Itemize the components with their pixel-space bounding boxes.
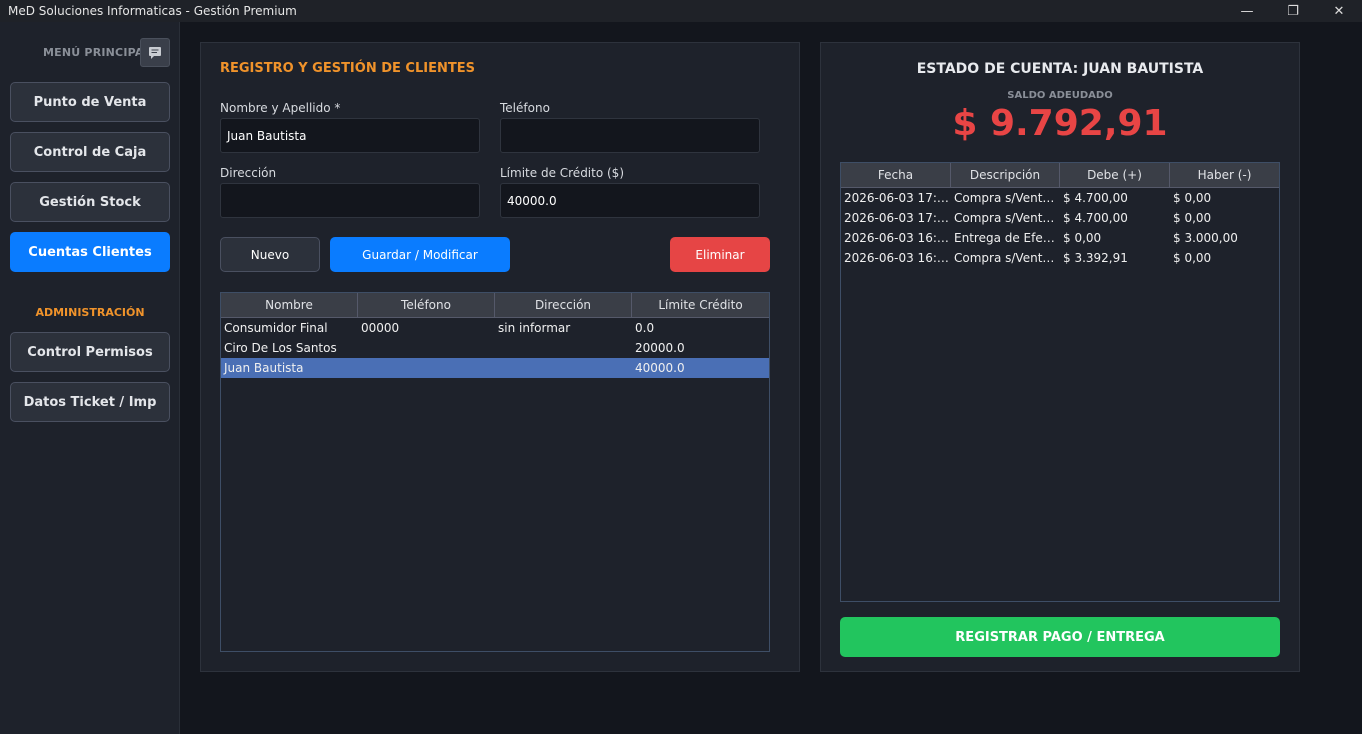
cell-nombre: Juan Bautista <box>224 361 304 375</box>
cell-limite: 20000.0 <box>635 341 685 355</box>
cell-nombre: Consumidor Final <box>224 321 328 335</box>
col-header-debe[interactable]: Debe (+) <box>1060 163 1170 187</box>
table-row[interactable]: Ciro De Los Santos 20000.0 <box>221 338 769 358</box>
cell-debe: $ 3.392,91 <box>1063 251 1128 265</box>
form-title: REGISTRO Y GESTIÓN DE CLIENTES <box>220 61 475 76</box>
cell-haber: $ 0,00 <box>1173 251 1212 265</box>
nav-punto-de-venta[interactable]: Punto de Venta <box>10 82 170 122</box>
save-button[interactable]: Guardar / Modificar <box>330 237 510 272</box>
cell-descripcion: Compra s/Venta ... <box>954 251 1060 265</box>
cell-fecha: 2026-06-03 16:10:... <box>844 231 951 245</box>
sidebar: MENÚ PRINCIPAL Punto de Venta Control de… <box>0 22 180 734</box>
col-header-telefono[interactable]: Teléfono <box>358 293 495 317</box>
cell-limite: 40000.0 <box>635 361 685 375</box>
cell-nombre: Ciro De Los Santos <box>224 341 337 355</box>
nav-datos-ticket[interactable]: Datos Ticket / Imp <box>10 382 170 422</box>
cell-debe: $ 0,00 <box>1063 231 1102 245</box>
title-bar: MeD Soluciones Informaticas - Gestión Pr… <box>0 0 1362 22</box>
nav-control-de-caja[interactable]: Control de Caja <box>10 132 170 172</box>
credit-limit-label: Límite de Crédito ($) <box>500 166 625 180</box>
new-button[interactable]: Nuevo <box>220 237 320 272</box>
name-label: Nombre y Apellido * <box>220 101 341 115</box>
nav-control-permisos[interactable]: Control Permisos <box>10 332 170 372</box>
col-header-haber[interactable]: Haber (-) <box>1170 163 1279 187</box>
table-row[interactable]: 2026-06-03 16:09:... Compra s/Venta ... … <box>841 248 1279 268</box>
admin-heading: ADMINISTRACIÓN <box>35 306 145 319</box>
movements-table[interactable]: Fecha Descripción Debe (+) Haber (-) 202… <box>840 162 1280 602</box>
cell-descripcion: Entrega de Efectiv... <box>954 231 1060 245</box>
chat-icon <box>149 46 161 59</box>
clients-table-header: Nombre Teléfono Dirección Límite Crédito <box>221 293 769 318</box>
balance-value: $ 9.792,91 <box>952 103 1168 144</box>
register-payment-button[interactable]: REGISTRAR PAGO / ENTREGA <box>840 617 1280 657</box>
cell-telefono: 00000 <box>361 321 400 335</box>
col-header-direccion[interactable]: Dirección <box>495 293 632 317</box>
movements-table-header: Fecha Descripción Debe (+) Haber (-) <box>841 163 1279 188</box>
table-row[interactable]: 2026-06-03 17:54:... Compra s/Venta ... … <box>841 188 1279 208</box>
client-form-panel: REGISTRO Y GESTIÓN DE CLIENTES Nombre y … <box>200 42 800 672</box>
cell-haber: $ 3.000,00 <box>1173 231 1238 245</box>
cell-fecha: 2026-06-03 17:54:... <box>844 191 951 205</box>
delete-button[interactable]: Eliminar <box>670 237 770 272</box>
table-row[interactable]: 2026-06-03 17:48:... Compra s/Venta ... … <box>841 208 1279 228</box>
cell-haber: $ 0,00 <box>1173 191 1212 205</box>
phone-input[interactable] <box>500 118 760 153</box>
cell-direccion: sin informar <box>498 321 571 335</box>
cell-descripcion: Compra s/Venta ... <box>954 211 1060 225</box>
phone-label: Teléfono <box>500 101 550 115</box>
col-header-limite[interactable]: Límite Crédito <box>632 293 769 317</box>
menu-heading: MENÚ PRINCIPAL <box>43 46 151 59</box>
address-input[interactable] <box>220 183 480 218</box>
cell-descripcion: Compra s/Venta ... <box>954 191 1060 205</box>
credit-limit-input[interactable]: 40000.0 <box>500 183 760 218</box>
address-label: Dirección <box>220 166 277 180</box>
col-header-nombre[interactable]: Nombre <box>221 293 358 317</box>
chat-button[interactable] <box>140 38 170 67</box>
table-row-selected[interactable]: Juan Bautista 40000.0 <box>221 358 769 378</box>
minimize-icon[interactable]: — <box>1224 0 1270 22</box>
cell-limite: 0.0 <box>635 321 655 335</box>
col-header-fecha[interactable]: Fecha <box>841 163 951 187</box>
name-input[interactable]: Juan Bautista <box>220 118 480 153</box>
col-header-descripcion[interactable]: Descripción <box>951 163 1060 187</box>
table-row[interactable]: 2026-06-03 16:10:... Entrega de Efectiv.… <box>841 228 1279 248</box>
window-title: MeD Soluciones Informaticas - Gestión Pr… <box>8 4 297 18</box>
nav-gestion-stock[interactable]: Gestión Stock <box>10 182 170 222</box>
cell-haber: $ 0,00 <box>1173 211 1212 225</box>
clients-table[interactable]: Nombre Teléfono Dirección Límite Crédito… <box>220 292 770 652</box>
maximize-icon[interactable]: ❐ <box>1270 0 1316 22</box>
balance-label: SALDO ADEUDADO <box>1007 90 1113 101</box>
account-title: ESTADO DE CUENTA: JUAN BAUTISTA <box>916 61 1204 77</box>
cell-debe: $ 4.700,00 <box>1063 191 1128 205</box>
table-row[interactable]: Consumidor Final 00000 sin informar 0.0 <box>221 318 769 338</box>
close-icon[interactable]: ✕ <box>1316 0 1362 22</box>
nav-cuentas-clientes[interactable]: Cuentas Clientes <box>10 232 170 272</box>
account-panel: ESTADO DE CUENTA: JUAN BAUTISTA SALDO AD… <box>820 42 1300 672</box>
cell-debe: $ 4.700,00 <box>1063 211 1128 225</box>
cell-fecha: 2026-06-03 16:09:... <box>844 251 951 265</box>
cell-fecha: 2026-06-03 17:48:... <box>844 211 951 225</box>
